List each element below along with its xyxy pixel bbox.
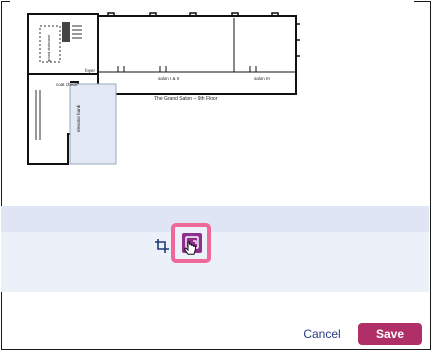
save-button[interactable]: Save xyxy=(358,323,422,345)
floorplan-drawing: foyer salon I & II salon III coat check … xyxy=(27,12,300,165)
floorplan-label-salon-1-2: salon I & II xyxy=(158,76,179,81)
floorplan-image: foyer salon I & II salon III coat check … xyxy=(10,0,414,204)
floorplan-caption: The Grand Salon – 9th Floor xyxy=(154,96,218,102)
floorplan-label-foyer: foyer xyxy=(85,68,96,73)
floorplan-label-coat-check: coat check xyxy=(56,82,78,87)
image-tool-row xyxy=(1,232,429,292)
replace-image-button[interactable] xyxy=(171,223,211,263)
cancel-button[interactable]: Cancel xyxy=(296,323,348,345)
floorplan-label-grand-staircase: grand staircase xyxy=(46,34,51,62)
image-toolbar-band xyxy=(1,206,429,232)
replace-image-icon xyxy=(182,233,202,253)
floorplan-label-elevator-bank: elevator bank xyxy=(76,104,81,132)
floorplan-label-salon-3: salon III xyxy=(254,76,270,81)
crop-icon[interactable] xyxy=(155,239,169,253)
